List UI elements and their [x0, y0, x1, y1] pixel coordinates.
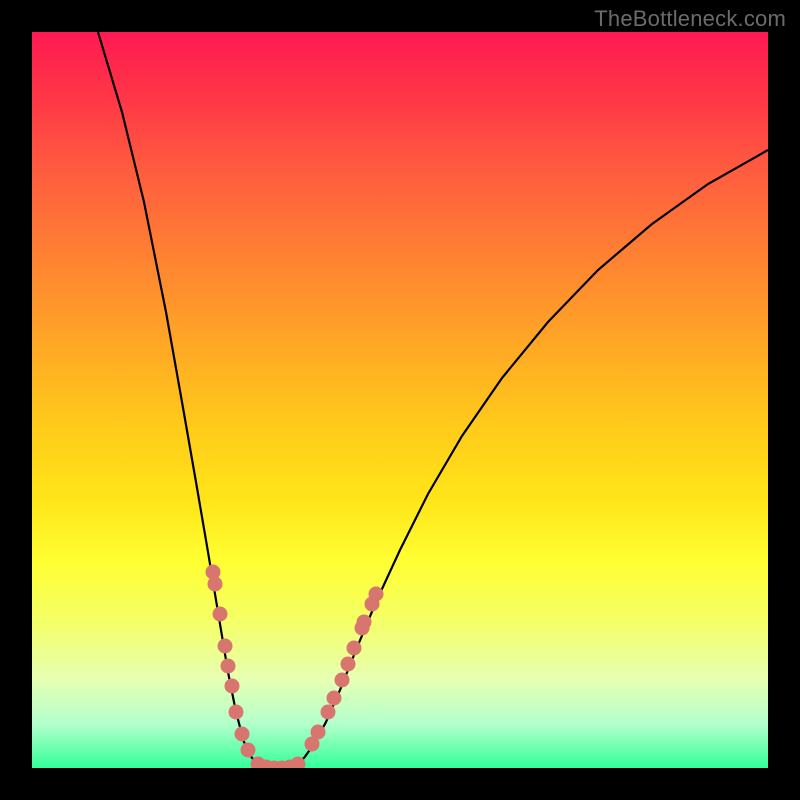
data-point: [221, 659, 236, 674]
data-point: [208, 577, 223, 592]
data-point: [213, 607, 228, 622]
chart-frame: TheBottleneck.com: [0, 0, 800, 800]
data-points-left: [206, 565, 256, 758]
watermark-text: TheBottleneck.com: [594, 6, 786, 32]
data-points-right: [305, 587, 384, 752]
data-point: [321, 705, 336, 720]
plot-area: [32, 32, 768, 768]
data-point: [218, 639, 233, 654]
data-point: [229, 705, 244, 720]
data-point: [369, 587, 384, 602]
bottleneck-curve: [98, 32, 768, 768]
data-point: [235, 727, 250, 742]
data-point: [311, 725, 326, 740]
data-point: [241, 743, 256, 758]
data-point: [347, 641, 362, 656]
data-points-bottom: [251, 757, 306, 769]
data-point: [357, 615, 372, 630]
data-point: [225, 679, 240, 694]
data-point: [335, 673, 350, 688]
data-point: [327, 691, 342, 706]
curve-svg: [32, 32, 768, 768]
data-point: [341, 657, 356, 672]
